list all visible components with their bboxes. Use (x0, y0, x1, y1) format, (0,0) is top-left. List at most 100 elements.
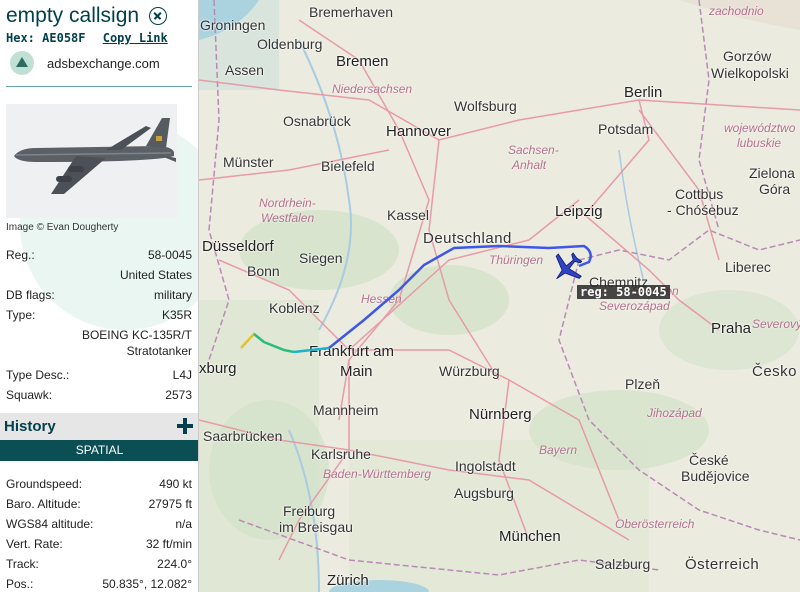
expand-plus-icon[interactable] (177, 418, 193, 434)
city-label: Ingolstadt (455, 458, 516, 474)
spatial-key: Vert. Rate: (6, 537, 63, 551)
detail-key: DB flags: (6, 288, 55, 302)
spatial-key: Track: (6, 557, 39, 571)
region-label: Sachsen- (508, 143, 559, 157)
city-label: Münster (223, 154, 274, 170)
history-section-header[interactable]: History (0, 413, 198, 440)
city-label: Kassel (387, 207, 430, 223)
city-label: xburg (199, 360, 237, 377)
city-label: München (499, 528, 561, 545)
region-label: Oberösterreich (615, 517, 695, 531)
city-label: Wolfsburg (454, 98, 517, 114)
city-label: Freiburg (283, 503, 336, 519)
hex-row: Hex: AE058F Copy Link (6, 31, 168, 45)
city-label: Würzburg (439, 363, 500, 379)
city-label: Bonn (247, 263, 280, 279)
region-label: Jihozápad (647, 406, 702, 420)
region-label: Nordrhein- (259, 196, 316, 210)
detail-value: 2573 (165, 388, 192, 402)
detail-value: 58-0045 (147, 248, 192, 262)
detail-value: military (154, 288, 192, 302)
city-label: Groningen (200, 17, 266, 33)
site-name[interactable]: adsbexchange.com (47, 56, 160, 71)
city-label: Bremerhaven (309, 4, 394, 20)
close-icon[interactable] (149, 7, 168, 25)
city-label: Bielefeld (321, 158, 375, 174)
city-label: Frankfurt am (309, 343, 395, 360)
copy-link-button[interactable]: Copy Link (103, 31, 168, 45)
city-label: Budějovice (681, 468, 750, 484)
site-link[interactable]: adsbexchange.com (10, 51, 160, 75)
city-label: Nürnberg (469, 406, 532, 423)
city-label: Koblenz (269, 300, 320, 316)
city-label: Potsdam (598, 121, 654, 137)
detail-value: L4J (172, 368, 192, 382)
hex-value: AE058F (42, 31, 86, 45)
map-view[interactable]: Groningen Bremerhaven Oldenburg Bremen A… (199, 0, 800, 592)
spatial-section-header: SPATIAL (0, 440, 198, 461)
city-label: Saarbrücken (203, 428, 283, 444)
city-label: České (689, 452, 729, 468)
detail-key: Type Desc.: (6, 368, 70, 382)
region-label: województwo (724, 121, 796, 135)
city-label: Cottbus (675, 186, 724, 202)
history-title: History (4, 418, 56, 435)
spatial-key: Pos.: (6, 577, 34, 591)
city-label: Osnabrück (283, 113, 351, 129)
city-label: Zürich (327, 572, 369, 589)
city-label: Oldenburg (257, 36, 323, 52)
spatial-value: 490 kt (159, 477, 192, 491)
spatial-value: 27975 ft (148, 497, 192, 511)
detail-value: BOEING KC-135R/T (81, 328, 192, 342)
detail-value: Stratotanker (126, 344, 192, 358)
city-label: Bremen (336, 53, 389, 70)
country-label: Österreich (685, 556, 760, 573)
city-label: Plzeň (625, 376, 661, 392)
callsign-title: empty callsign (6, 4, 140, 27)
hex-label: Hex: (6, 31, 35, 45)
city-label: Liberec (725, 259, 771, 275)
region-label: Hessen (361, 292, 402, 306)
city-label: Assen (225, 62, 264, 78)
detail-key: Squawk: (6, 388, 53, 402)
spatial-value: 50.835°, 12.082° (102, 577, 192, 591)
aircraft-icon[interactable] (549, 252, 585, 284)
city-label: Zielona (749, 165, 795, 181)
aircraft-reg-label[interactable]: reg: 58-0045 (577, 285, 670, 299)
country-label: Deutschland (423, 230, 512, 247)
spatial-value: n/a (175, 517, 192, 531)
spatial-key: Baro. Altitude: (6, 497, 81, 511)
spatial-key: Groundspeed: (6, 477, 83, 491)
detail-value: United States (119, 268, 192, 282)
city-label: Praha (711, 320, 752, 337)
city-label: Salzburg (595, 556, 651, 572)
city-label: Góra (759, 181, 791, 197)
detail-key: Type: (6, 308, 36, 322)
city-label: Hannover (386, 123, 452, 140)
adsbexchange-logo-icon (10, 51, 34, 75)
city-label: Wielkopolski (711, 65, 789, 81)
city-label: Karlsruhe (311, 446, 371, 462)
spatial-value: 32 ft/min (145, 537, 192, 551)
spatial-key: WGS84 altitude: (6, 517, 94, 531)
city-label: Mannheim (313, 402, 379, 418)
city-label: Berlin (624, 84, 663, 101)
aircraft-photo-illustration (6, 104, 177, 218)
region-label: zachodnio (709, 4, 764, 18)
aircraft-photo[interactable] (6, 104, 177, 218)
aircraft-info-panel: empty callsign Hex: AE058F Copy Link ads… (0, 0, 199, 592)
city-label: Augsburg (454, 485, 514, 501)
region-label: Niedersachsen (332, 82, 413, 96)
city-label: Gorzów (723, 48, 772, 64)
region-label: Westfalen (261, 211, 315, 225)
spatial-value: 224.0° (157, 557, 192, 571)
detail-value: K35R (161, 308, 192, 322)
city-label: Siegen (299, 250, 343, 266)
country-label: Česko (752, 363, 798, 380)
region-label: Baden-Württemberg (323, 467, 432, 481)
divider (6, 86, 192, 87)
callsign-header: empty callsign (6, 4, 168, 28)
region-label: Severový (752, 317, 800, 331)
region-label: Thüringen (489, 253, 544, 267)
city-label: Main (340, 363, 373, 380)
